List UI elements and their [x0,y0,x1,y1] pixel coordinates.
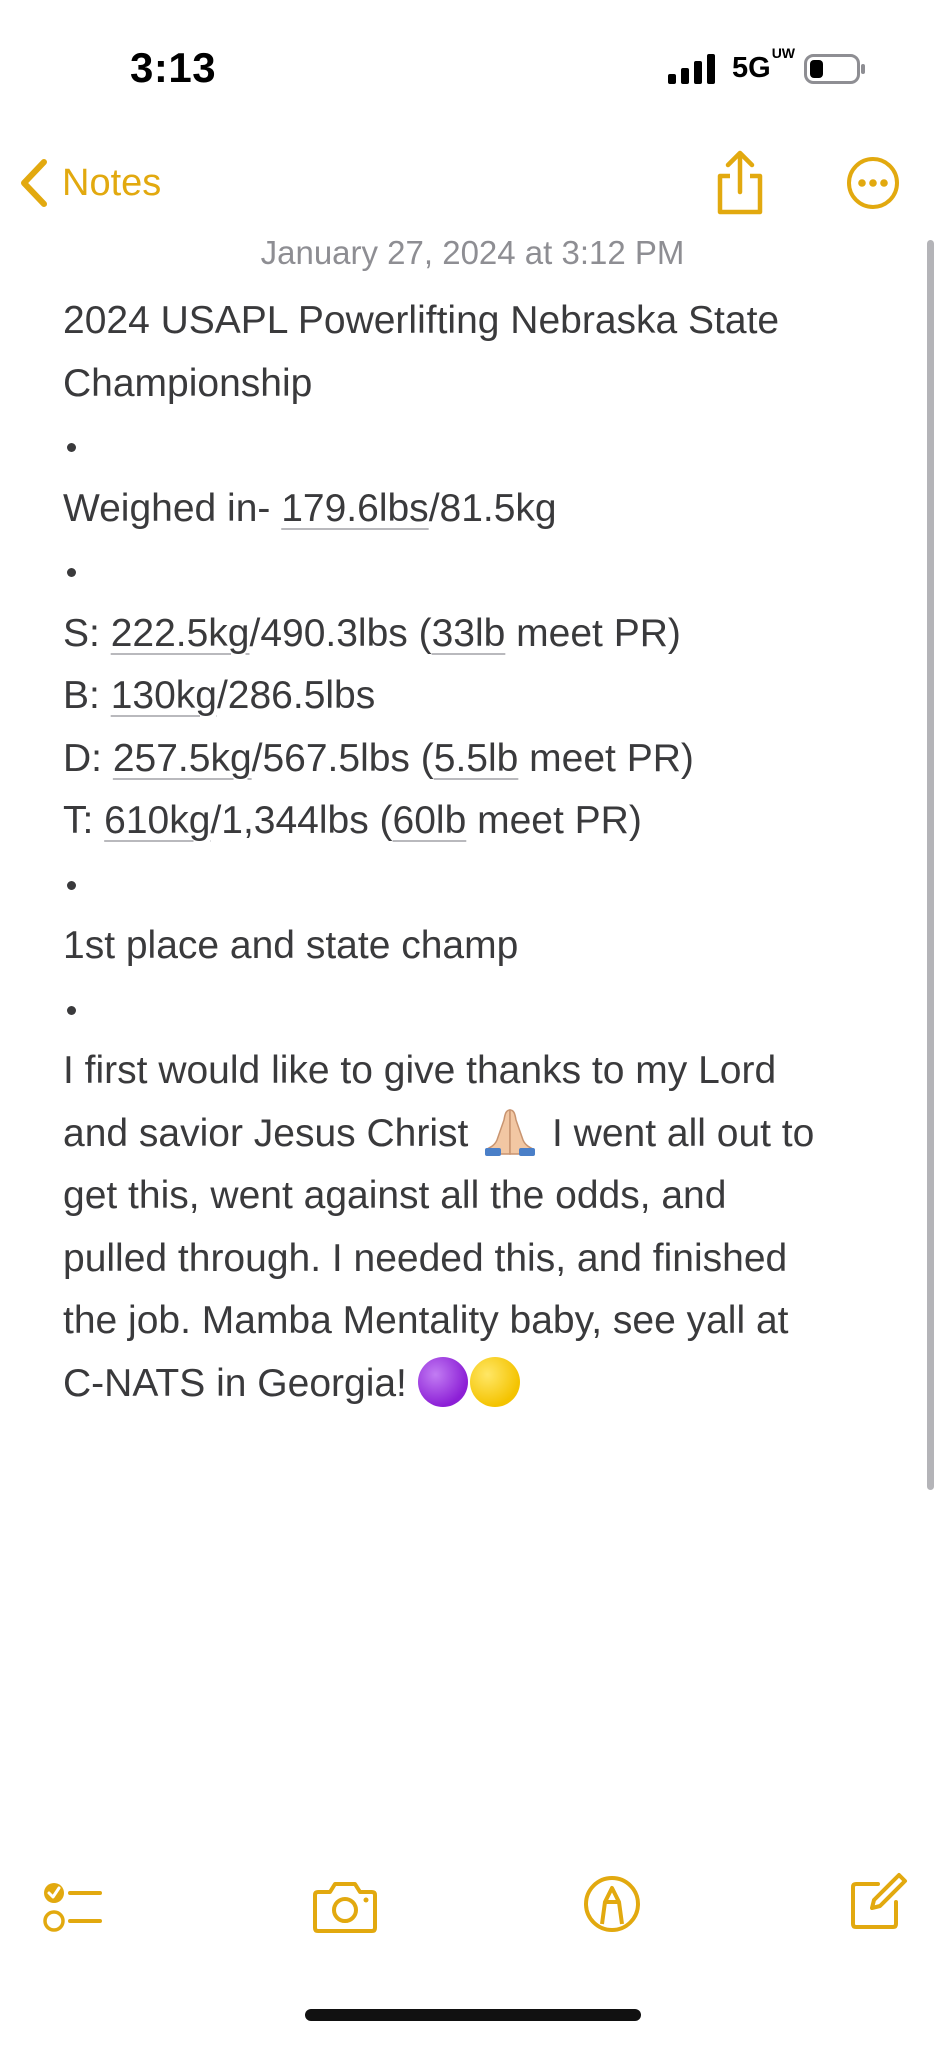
share-icon[interactable] [712,148,768,218]
text: I went all out to [541,1111,815,1155]
text: meet PR) [518,736,694,780]
status-bar: 3:13 5GUW [0,0,945,120]
paragraph-line: the job. Mamba Mentality baby, see yall … [63,1299,789,1342]
detected-data-link[interactable]: 60lb [393,799,467,842]
text: T: [63,799,105,842]
squat-line: S: 222.5kg/490.3lbs (33lb meet PR) [63,603,873,666]
bottom-toolbar [0,1870,945,1960]
separator-dot-line [63,978,873,1041]
note-body[interactable]: 2024 USAPL Powerlifting Nebraska State C… [63,290,873,1415]
text: /1,344lbs ( [210,799,393,842]
ellipsis-circle-icon[interactable] [846,156,900,210]
network-label: 5G [732,52,771,84]
separator-dot [67,880,76,890]
deadlift-line: D: 257.5kg/567.5lbs (5.5lb meet PR) [63,728,873,791]
network-type: 5GUW [732,45,795,85]
text: S: [63,611,111,655]
chevron-left-icon [21,159,47,207]
text: /490.3lbs ( [249,611,432,655]
paragraph-line: and savior Jesus Christ I went all out t… [63,1103,873,1166]
separator-dot [67,443,76,453]
compose-icon[interactable] [848,1872,908,1932]
text: C-NATS in Georgia! [63,1361,418,1405]
text: meet PR) [466,799,642,842]
note-title-line: 2024 USAPL Powerlifting Nebraska State [63,299,780,342]
detected-data-link[interactable]: 610kg [104,799,210,842]
detected-data-link[interactable]: 257.5kg [113,737,252,780]
text: D: [63,736,113,780]
yellow-circle-emoji-icon [469,1356,520,1407]
detected-data-link[interactable]: 222.5kg [111,612,250,655]
separator-dot-line [63,853,873,916]
text: B: [63,674,111,717]
note-date: January 27, 2024 at 3:12 PM [260,234,685,271]
paragraph-line: I first would like to give thanks to my … [63,1049,777,1092]
text: meet PR) [505,611,681,655]
battery-icon [804,54,865,84]
detected-data-link[interactable]: 5.5lb [434,737,519,780]
detected-data-link[interactable]: 179.6lbs [281,487,428,530]
text: Weighed in- [63,486,282,530]
detected-data-link[interactable]: 33lb [432,612,506,655]
bench-line: B: 130kg/286.5lbs [63,665,873,728]
camera-icon[interactable] [312,1880,378,1934]
cellular-signal-icon [668,54,715,84]
separator-dot-line [63,415,873,478]
markup-pen-icon[interactable] [582,1874,642,1934]
separator-dot [67,568,76,578]
home-indicator[interactable] [305,2009,641,2021]
placement-line: 1st place and state champ [63,924,519,967]
back-label: Notes [62,161,162,204]
text: /81.5kg [428,486,557,530]
detected-data-link[interactable]: 130kg [111,674,217,717]
paragraph-line: pulled through. I needed this, and finis… [63,1236,788,1280]
note-title-line: Championship [63,361,313,405]
network-sup: UW [771,45,796,62]
separator-dot [67,1005,76,1015]
navigation-bar: Notes [0,140,945,230]
back-button[interactable]: Notes [18,158,161,208]
purple-circle-emoji-icon [417,1356,468,1407]
checklist-icon[interactable] [42,1876,104,1938]
weigh-in-line: Weighed in- 179.6lbs/81.5kg [63,478,873,541]
text: and savior Jesus Christ [63,1111,480,1155]
scrollbar[interactable] [927,240,934,1490]
paragraph-line: C-NATS in Georgia! [63,1353,873,1416]
separator-dot-line [63,540,873,603]
total-line: T: 610kg/1,344lbs (60lb meet PR) [63,790,873,853]
paragraph-line: get this, went against all the odds, and [63,1174,727,1217]
text: /567.5lbs ( [251,736,434,780]
status-time: 3:13 [130,44,217,91]
praying-hands-emoji-icon [485,1108,536,1156]
text: /286.5lbs [216,674,376,717]
